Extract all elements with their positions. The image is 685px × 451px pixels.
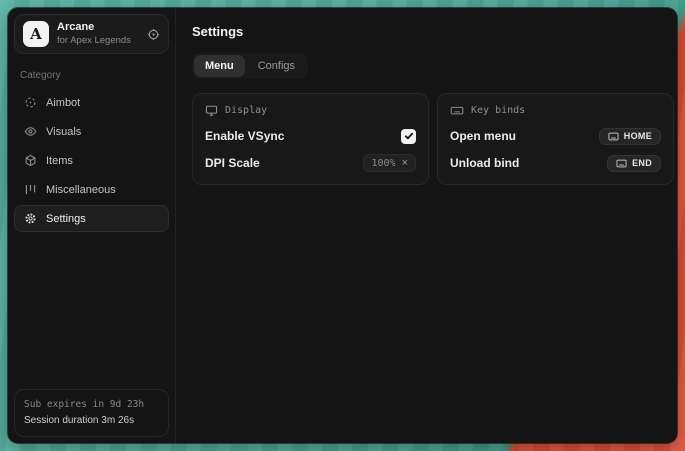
keybinds-card-header: Key binds <box>450 104 661 117</box>
sidebar-item-label: Visuals <box>46 126 81 138</box>
settings-cards: Display Enable VSync DPI Scale <box>192 93 674 185</box>
page-title: Settings <box>192 24 674 39</box>
sidebar: A Arcane for Apex Legends Category <box>8 8 176 443</box>
sidebar-item-settings[interactable]: Settings <box>14 205 169 232</box>
vsync-checkbox[interactable] <box>401 129 416 144</box>
app-subtitle: for Apex Legends <box>57 35 139 47</box>
display-card: Display Enable VSync DPI Scale <box>192 93 429 185</box>
dpi-label: DPI Scale <box>205 156 260 170</box>
dpi-scale-value: 100% <box>371 158 395 169</box>
app-title: Arcane <box>57 21 139 35</box>
tab-group: Menu Configs <box>192 53 308 79</box>
vsync-label: Enable VSync <box>205 129 284 143</box>
sidebar-item-label: Settings <box>46 213 86 225</box>
clear-icon[interactable]: × <box>402 158 408 169</box>
keyboard-icon <box>450 104 464 117</box>
sidebar-item-label: Miscellaneous <box>46 184 116 196</box>
sidebar-item-aimbot[interactable]: Aimbot <box>14 89 169 116</box>
gear-icon <box>23 212 37 225</box>
sub-expires-text: Sub expires in 9d 23h <box>24 398 159 413</box>
sidebar-item-miscellaneous[interactable]: Miscellaneous <box>14 176 169 203</box>
sidebar-nav: Aimbot Visuals Items <box>14 89 169 232</box>
session-card: Sub expires in 9d 23h Session duration 3… <box>14 389 169 437</box>
vsync-row: Enable VSync <box>205 127 416 145</box>
keyboard-icon <box>608 132 619 141</box>
open-menu-row: Open menu HOME <box>450 127 661 145</box>
crosshair-icon <box>23 96 37 109</box>
open-menu-label: Open menu <box>450 129 516 143</box>
cube-icon <box>23 154 37 167</box>
sidebar-item-items[interactable]: Items <box>14 147 169 174</box>
check-icon <box>404 131 414 141</box>
target-icon[interactable] <box>147 28 160 41</box>
main-panel: Settings Menu Configs Display <box>176 8 677 443</box>
keyboard-icon <box>616 159 627 168</box>
app-logo: A <box>23 21 49 47</box>
unload-key-label: END <box>632 158 652 168</box>
display-card-header: Display <box>205 104 416 117</box>
sidebar-item-label: Aimbot <box>46 97 80 109</box>
eye-icon <box>23 125 37 138</box>
brand-card: A Arcane for Apex Legends <box>14 14 169 54</box>
tab-menu[interactable]: Menu <box>194 55 245 77</box>
app-window: A Arcane for Apex Legends Category <box>8 8 677 443</box>
unload-bind-row: Unload bind END <box>450 154 661 172</box>
monitor-icon <box>205 104 218 117</box>
tab-configs[interactable]: Configs <box>247 55 306 77</box>
open-menu-key-label: HOME <box>624 131 652 141</box>
sidebar-item-visuals[interactable]: Visuals <box>14 118 169 145</box>
dpi-scale-input[interactable]: 100% × <box>363 154 416 172</box>
category-label: Category <box>20 70 163 81</box>
display-card-title: Display <box>225 105 267 116</box>
columns-icon <box>23 183 37 196</box>
dpi-row: DPI Scale 100% × <box>205 154 416 172</box>
unload-bind-label: Unload bind <box>450 156 519 170</box>
keybinds-card-title: Key binds <box>471 105 525 116</box>
keybinds-card: Key binds Open menu HOME <box>437 93 674 185</box>
unload-keybind-button[interactable]: END <box>607 155 661 172</box>
session-duration-text: Session duration 3m 26s <box>24 413 159 429</box>
brand-text: Arcane for Apex Legends <box>57 21 139 47</box>
open-menu-keybind-button[interactable]: HOME <box>599 128 661 145</box>
sidebar-item-label: Items <box>46 155 73 167</box>
